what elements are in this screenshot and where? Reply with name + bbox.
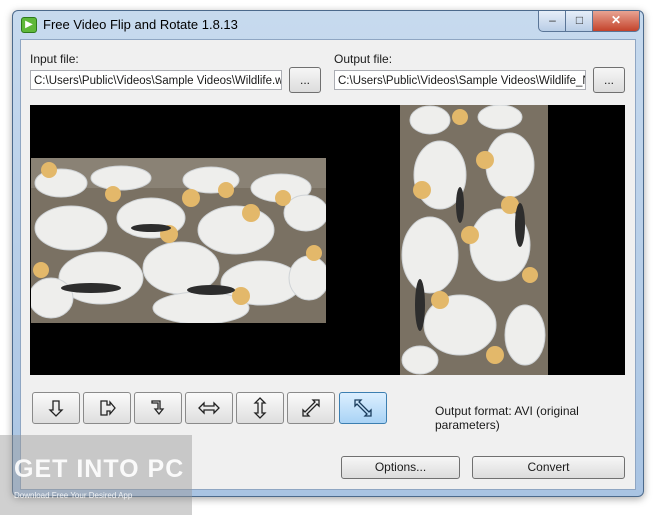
film-icon: ▶ bbox=[21, 17, 37, 33]
flip-vertical-button[interactable] bbox=[236, 392, 284, 424]
rotate-right-icon bbox=[151, 400, 165, 416]
input-file-field[interactable]: C:\Users\Public\Videos\Sample Videos\Wil… bbox=[30, 70, 282, 90]
minimize-button[interactable]: – bbox=[538, 11, 567, 32]
output-browse-button[interactable]: ... bbox=[593, 67, 625, 93]
convert-button[interactable]: Convert bbox=[472, 456, 625, 479]
watermark: GET INTO PC Download Free Your Desired A… bbox=[0, 435, 192, 515]
flip-rotate-icon bbox=[100, 400, 116, 416]
transpose-icon bbox=[302, 399, 320, 417]
output-file-label: Output file: bbox=[334, 52, 393, 66]
rotate-right-button[interactable] bbox=[134, 392, 182, 424]
input-file-label: Input file: bbox=[30, 52, 79, 66]
transpose-button[interactable] bbox=[287, 392, 335, 424]
flip-vertical-icon bbox=[253, 397, 267, 419]
close-button[interactable]: ✕ bbox=[592, 11, 640, 32]
video-preview-area bbox=[30, 105, 625, 375]
rotate-left-icon bbox=[48, 400, 64, 417]
window-title: Free Video Flip and Rotate 1.8.13 bbox=[43, 17, 238, 32]
watermark-text: GET INTO PC bbox=[14, 455, 185, 483]
transverse-icon bbox=[354, 399, 372, 417]
options-button[interactable]: Options... bbox=[341, 456, 460, 479]
main-panel: Input file: C:\Users\Public\Videos\Sampl… bbox=[20, 39, 636, 490]
transverse-button[interactable] bbox=[339, 392, 387, 424]
output-format-text: Output format: AVI (original parameters) bbox=[435, 404, 579, 432]
maximize-button[interactable]: □ bbox=[565, 11, 594, 32]
app-window: ▶ Free Video Flip and Rotate 1.8.13 – □ … bbox=[12, 10, 644, 497]
gannets-colony-image bbox=[31, 158, 326, 323]
flip-horizontal-icon bbox=[198, 401, 220, 415]
title-bar[interactable]: ▶ Free Video Flip and Rotate 1.8.13 – □ … bbox=[13, 11, 643, 39]
watermark-subtext: Download Free Your Desired App bbox=[14, 491, 133, 500]
input-browse-button[interactable]: ... bbox=[289, 67, 321, 93]
output-file-field[interactable]: C:\Users\Public\Videos\Sample Videos\Wil… bbox=[334, 70, 586, 90]
flip-rotate-button[interactable] bbox=[83, 392, 131, 424]
gannets-colony-rotated-image bbox=[400, 105, 548, 375]
rotate-left-button[interactable] bbox=[32, 392, 80, 424]
flip-horizontal-button[interactable] bbox=[185, 392, 233, 424]
